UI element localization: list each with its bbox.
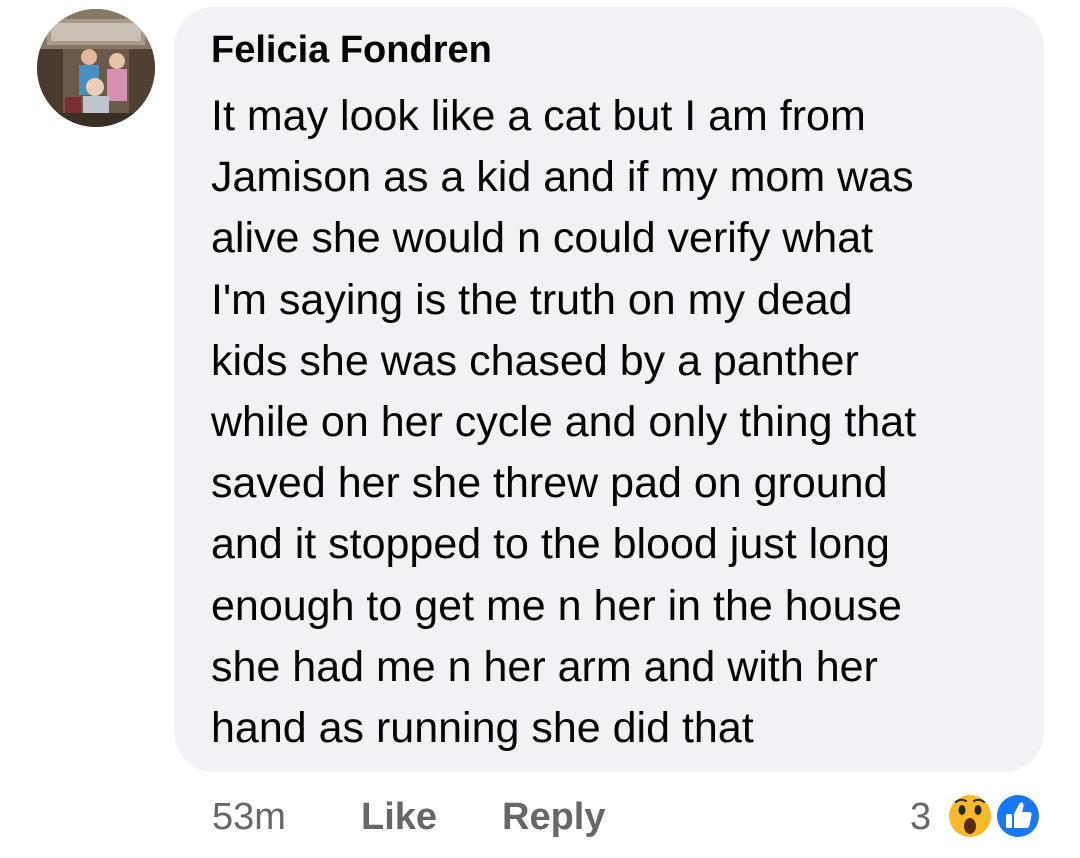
comment-author[interactable]: Felicia Fondren xyxy=(211,29,492,72)
comment-timestamp[interactable]: 53m xyxy=(212,796,286,839)
comment-text-line: while on her cycle and only thing that xyxy=(211,398,917,447)
comment-text-line: saved her she threw pad on ground xyxy=(211,459,888,508)
comment-text-line: she had me n her arm and with her xyxy=(211,642,878,691)
comment-actions: 53m Like Reply 3 xyxy=(0,790,1080,844)
like-button[interactable]: Like xyxy=(361,796,437,839)
wow-reaction-icon xyxy=(946,792,994,840)
comment-bubble: Felicia Fondren It may look like a cat b… xyxy=(174,7,1044,772)
comment-text-line: hand as running she did that xyxy=(211,704,754,753)
comment-text: It may look like a cat but I am from Jam… xyxy=(211,86,1031,759)
comment-text-line: Jamison as a kid and if my mom was xyxy=(211,153,914,202)
comment-text-line: I'm saying is the truth on my dead xyxy=(211,275,853,324)
reply-button[interactable]: Reply xyxy=(502,796,605,839)
reaction-count: 3 xyxy=(910,796,932,838)
comment-text-line: kids she was chased by a panther xyxy=(211,336,859,385)
comment-text-line: alive she would n could verify what xyxy=(211,214,874,263)
profile-photo xyxy=(37,9,155,127)
comment-text-line: and it stopped to the blood just long xyxy=(211,520,890,569)
like-reaction-icon xyxy=(994,792,1042,840)
comment-text-line: enough to get me n her in the house xyxy=(211,581,902,630)
comment-text-line: It may look like a cat but I am from xyxy=(211,92,866,140)
reactions-summary[interactable]: 3 xyxy=(906,790,1056,844)
avatar[interactable] xyxy=(37,9,155,127)
